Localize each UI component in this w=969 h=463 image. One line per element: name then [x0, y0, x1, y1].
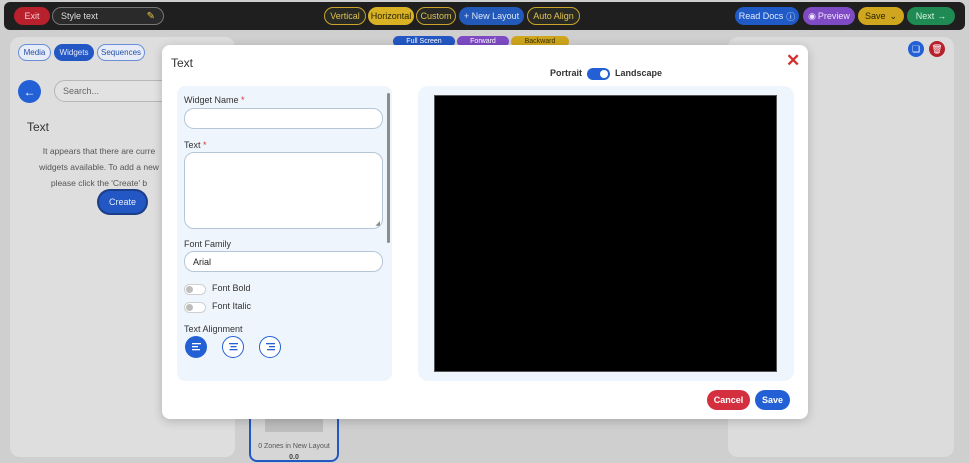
widget-name-label: Widget Name *: [184, 95, 245, 105]
tab-widgets[interactable]: Widgets: [54, 44, 94, 61]
align-left-icon: [191, 343, 201, 351]
layout-custom-button[interactable]: Custom: [416, 7, 456, 25]
empty-message-line: widgets available. To add a new: [39, 162, 159, 172]
copy-icon[interactable]: ❏: [908, 41, 924, 57]
text-content-textarea[interactable]: ◢: [184, 152, 383, 229]
top-toolbar: Exit Style text ✎ Vertical Horizontal Cu…: [4, 2, 965, 30]
orientation-landscape-label: Landscape: [615, 68, 663, 78]
eye-icon: ◉: [808, 10, 816, 21]
font-bold-toggle[interactable]: [184, 284, 206, 295]
preview-label: Preview: [817, 11, 850, 21]
font-italic-toggle[interactable]: [184, 302, 206, 313]
resize-handle-icon[interactable]: ◢: [375, 220, 380, 227]
align-left-button[interactable]: [185, 336, 207, 358]
trash-icon[interactable]: 🗑: [929, 41, 945, 57]
text-widget-modal: Text ✕ Widget Name * Text * ◢ Font Famil…: [162, 45, 808, 419]
next-button[interactable]: Next →: [907, 7, 955, 25]
widget-name-label-text: Widget Name: [184, 95, 239, 105]
save-button[interactable]: Save: [755, 390, 790, 410]
preview-button[interactable]: ◉ Preview: [803, 7, 855, 25]
arrow-right-icon: →: [937, 11, 947, 21]
empty-state-message: It appears that there are curre widgets …: [24, 143, 174, 191]
tab-sequences[interactable]: Sequences: [97, 44, 145, 61]
zone-thumbnail: [265, 418, 323, 432]
create-widget-button[interactable]: Create: [99, 191, 146, 213]
zone-count-text: 0 Zones in New Layout: [258, 443, 330, 450]
required-mark: *: [241, 95, 245, 105]
style-name-field[interactable]: Style text ✎: [52, 7, 164, 25]
align-right-button[interactable]: [259, 336, 281, 358]
orientation-toggle[interactable]: [587, 68, 610, 80]
orientation-portrait-label: Portrait: [550, 68, 583, 78]
next-label: Next: [915, 11, 935, 21]
text-label-text: Text: [184, 140, 201, 150]
style-name-value: Style text: [61, 11, 99, 21]
zone-value: 0.0: [289, 454, 299, 461]
layout-vertical-button[interactable]: Vertical: [324, 7, 366, 25]
auto-align-button[interactable]: Auto Align: [527, 7, 580, 25]
back-arrow-icon[interactable]: ←: [18, 80, 41, 103]
read-docs-button[interactable]: Read Docs ⓘ: [735, 7, 799, 25]
layout-zone-card[interactable]: 0 Zones in New Layout 0.0: [249, 412, 339, 462]
font-italic-label: Font Italic: [212, 301, 252, 311]
layout-horizontal-button[interactable]: Horizontal: [368, 7, 414, 25]
exit-button[interactable]: Exit: [14, 7, 50, 25]
font-family-input[interactable]: Arial: [184, 251, 383, 272]
form-scrollbar[interactable]: [387, 93, 390, 243]
save-dropdown-button[interactable]: Save ⌄: [858, 7, 904, 25]
cancel-button[interactable]: Cancel: [707, 390, 750, 410]
close-icon[interactable]: ✕: [786, 52, 800, 69]
font-family-label: Font Family: [184, 239, 232, 249]
tab-media[interactable]: Media: [18, 44, 51, 61]
align-right-icon: [265, 343, 275, 351]
new-layout-button[interactable]: + New Layout: [459, 7, 524, 25]
empty-message-line: It appears that there are curre: [42, 146, 156, 156]
empty-message-line: please click the 'Create' b: [50, 178, 148, 188]
chevron-down-icon: ⌄: [889, 10, 898, 21]
info-icon: ⓘ: [786, 11, 796, 22]
save-label: Save: [864, 11, 886, 21]
widget-name-input[interactable]: [184, 108, 383, 129]
font-bold-label: Font Bold: [212, 283, 251, 293]
preview-canvas: [434, 95, 777, 372]
align-center-icon: [228, 343, 238, 351]
read-docs-label: Read Docs: [738, 11, 784, 21]
required-mark: *: [203, 140, 207, 150]
align-center-button[interactable]: [222, 336, 244, 358]
text-label: Text *: [184, 140, 207, 150]
modal-title: Text: [171, 56, 194, 70]
section-title: Text: [27, 120, 50, 134]
text-alignment-label: Text Alignment: [184, 324, 243, 334]
pencil-icon[interactable]: ✎: [147, 11, 155, 22]
widget-form-panel[interactable]: [177, 86, 392, 381]
